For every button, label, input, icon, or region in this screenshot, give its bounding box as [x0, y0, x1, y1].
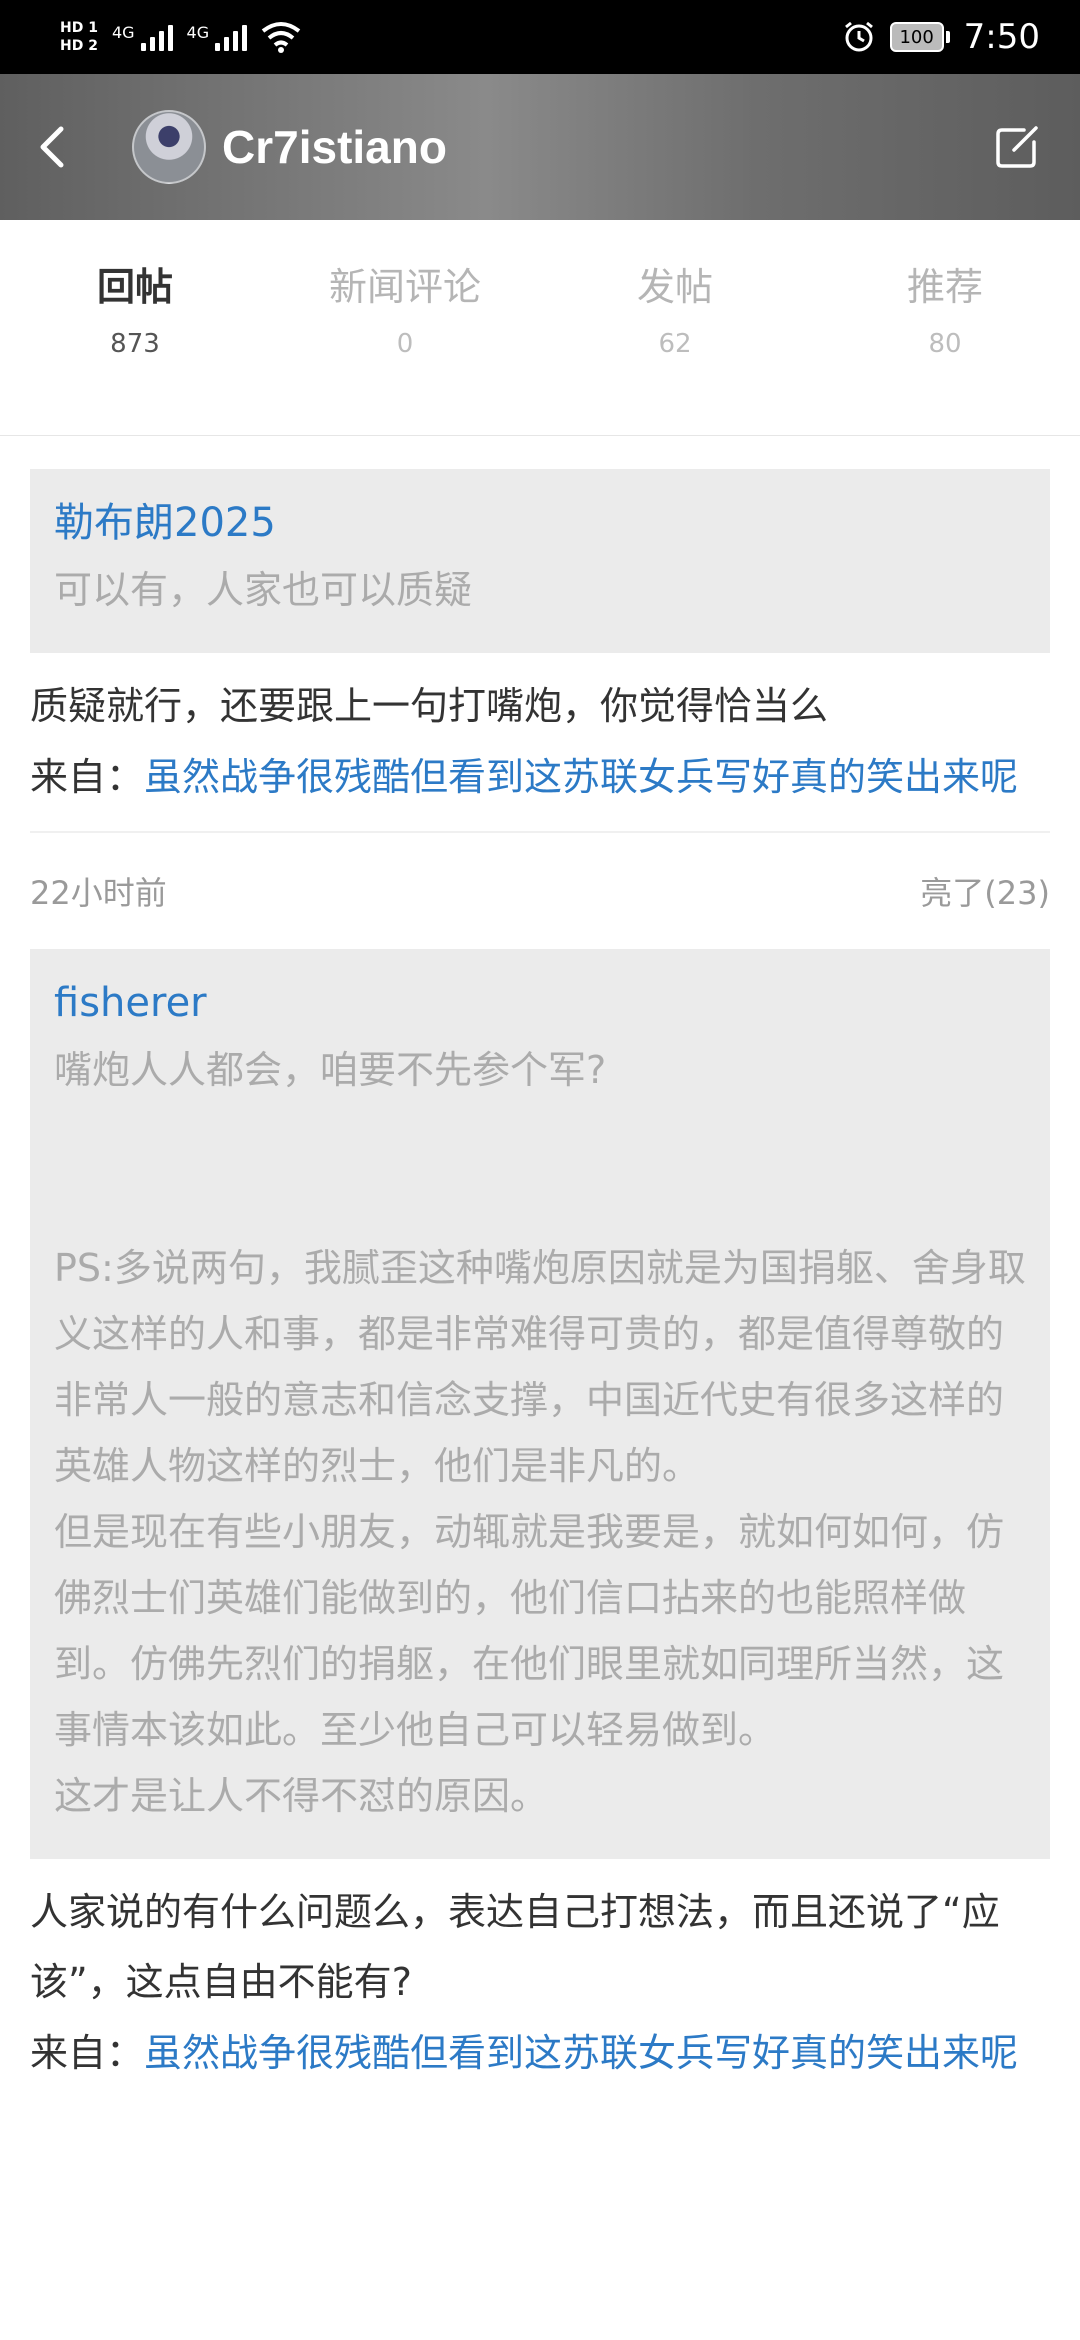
- source-line: 来自：虽然战争很残酷但看到这苏联女兵写好真的笑出来呢: [30, 741, 1050, 813]
- tab-bar: 回帖 873 新闻评论 0 发帖 62 推荐 80: [0, 220, 1080, 436]
- tab-recommend[interactable]: 推荐 80: [810, 220, 1080, 435]
- source-label: 来自：: [30, 755, 145, 799]
- quote-text: 嘴炮人人都会，咱要不先参个军? PS:多说两句，我腻歪这种嘴炮原因就是为国捐躯、…: [54, 1048, 1026, 1818]
- source-label: 来自：: [30, 2031, 145, 2075]
- hd1-label: HD 1: [60, 20, 98, 36]
- tab-label: 回帖: [96, 265, 173, 309]
- tab-replies[interactable]: 回帖 873: [0, 220, 270, 435]
- back-button[interactable]: [2, 74, 102, 220]
- alarm-icon: [844, 21, 873, 52]
- quoted-post[interactable]: 勒布朗2025 可以有，人家也可以质疑: [30, 469, 1050, 653]
- status-left: HD 1 HD 2 4G 4G: [60, 19, 301, 55]
- hd2-label: HD 2: [60, 38, 98, 54]
- signal-label-1: 4G: [111, 23, 135, 42]
- username: Cr7istiano: [222, 121, 447, 173]
- tab-label: 新闻评论: [328, 265, 481, 309]
- chevron-left-icon: [40, 126, 64, 168]
- reply-list: 勒布朗2025 可以有，人家也可以质疑 质疑就行，还要跟上一句打嘴炮，你觉得恰当…: [0, 437, 1080, 2089]
- list-item[interactable]: 22小时前 亮了(23) fisherer 嘴炮人人都会，咱要不先参个军? PS…: [0, 833, 1080, 2089]
- list-item[interactable]: 勒布朗2025 可以有，人家也可以质疑 质疑就行，还要跟上一句打嘴炮，你觉得恰当…: [0, 437, 1080, 833]
- tab-count: 0: [396, 329, 414, 359]
- quote-username[interactable]: 勒布朗2025: [54, 495, 1026, 551]
- signal-label-2: 4G: [186, 23, 210, 42]
- quoted-post[interactable]: fisherer 嘴炮人人都会，咱要不先参个军? PS:多说两句，我腻歪这种嘴炮…: [30, 949, 1050, 1859]
- reply-text: 质疑就行，还要跟上一句打嘴炮，你觉得恰当么: [30, 684, 829, 728]
- quote-text: 可以有，人家也可以质疑: [54, 568, 473, 612]
- wifi-icon: [261, 22, 301, 53]
- profile-header: Cr7istiano: [0, 74, 1080, 220]
- signal-icon-1: 4G: [112, 23, 173, 51]
- source-link[interactable]: 虽然战争很残酷但看到这苏联女兵写好真的笑出来呢: [144, 755, 1018, 799]
- status-bar: HD 1 HD 2 4G 4G 100 7:50: [0, 0, 1080, 74]
- tab-label: 发帖: [636, 265, 713, 309]
- tab-count: 873: [110, 329, 160, 359]
- hd-indicator: HD 1 HD 2: [60, 19, 98, 55]
- avatar[interactable]: [132, 110, 206, 184]
- reply-text: 人家说的有什么问题么，表达自己打想法，而且还说了“应该”，这点自由不能有?: [30, 1890, 1000, 2004]
- battery-level: 100: [899, 26, 934, 48]
- source-line: 来自：虽然战争很残酷但看到这苏联女兵写好真的笑出来呢: [30, 2017, 1050, 2089]
- signal-icon-2: 4G: [187, 23, 248, 51]
- tab-posts[interactable]: 发帖 62: [540, 220, 810, 435]
- post-meta-partial: [30, 437, 1050, 469]
- tab-count: 62: [658, 329, 692, 359]
- edit-icon[interactable]: [994, 124, 1040, 170]
- battery-icon: 100: [889, 22, 950, 52]
- like-count[interactable]: 亮了(23): [920, 868, 1050, 914]
- tab-label: 推荐: [906, 265, 983, 309]
- clock: 7:50: [963, 17, 1040, 57]
- tab-news-comments[interactable]: 新闻评论 0: [270, 220, 540, 435]
- source-link[interactable]: 虽然战争很残酷但看到这苏联女兵写好真的笑出来呢: [144, 2031, 1018, 2075]
- post-meta: 22小时前 亮了(23): [30, 833, 1050, 949]
- quote-username[interactable]: fisherer: [54, 975, 1026, 1031]
- tab-count: 80: [928, 329, 962, 359]
- post-time: 22小时前: [30, 874, 167, 912]
- status-right: 100 7:50: [842, 17, 1040, 57]
